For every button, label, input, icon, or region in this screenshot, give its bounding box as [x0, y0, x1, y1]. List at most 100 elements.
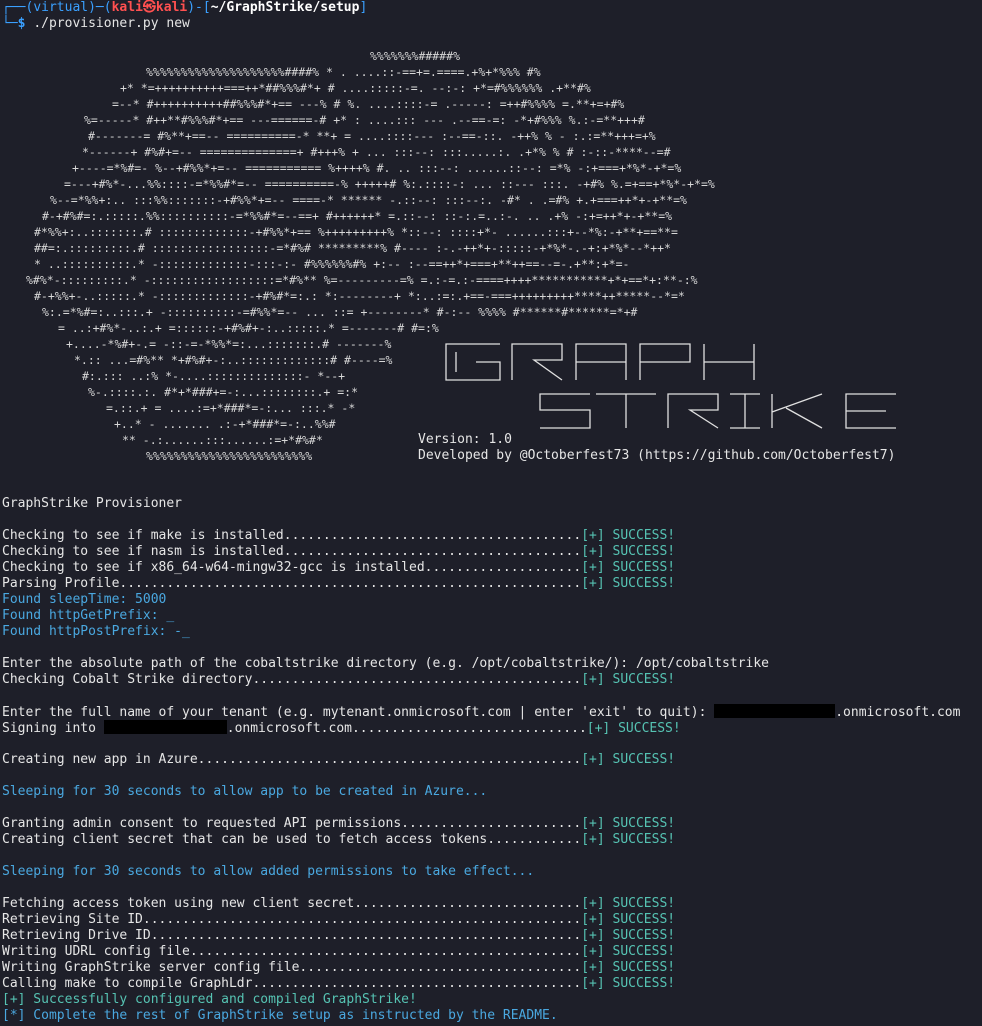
- prompt-frame-close: ]: [359, 0, 368, 15]
- prompt-host: kali: [155, 0, 188, 15]
- check-text: Checking to see if nasm is installed....…: [2, 544, 582, 559]
- svg-text:##=:.:::::::::.# :::::::::::::: ##=:.:::::::::.# :::::::::::::::::-=*#%#…: [34, 241, 671, 255]
- success-status: [+] SUCCESS!: [581, 896, 676, 911]
- success-status: [+] SUCCESS!: [581, 528, 676, 543]
- svg-text:%:.=*%#=:..:::.+ -::::::::::-=: %:.=*%#=:..:::.+ -::::::::::-=#%%*=-- ..…: [42, 305, 638, 319]
- success-status: [+] SUCCESS!: [581, 816, 676, 831]
- found-httppostprefix: Found httpPostPrefix: -_: [2, 624, 190, 639]
- graph-logo: [445, 343, 755, 381]
- check-line: Retrieving Drive ID.....................…: [2, 928, 675, 944]
- check-text: Parsing Profile.........................…: [2, 576, 582, 591]
- svg-text:=--* #++++++++++##%%%#*+== ---: =--* #++++++++++##%%%#*+== ---% # %. ...…: [112, 97, 624, 111]
- svg-text:*.:: ...=#%** *+#%#+-:..::::::: *.:: ...=#%** *+#%#+-:..:::::::::::::# #…: [74, 353, 393, 367]
- svg-text:*------+ #%#+=-- ========: *------+ #%#+=-- ==============+ #+++% +…: [82, 145, 671, 159]
- svg-text:%=-----* #++**#%%%#*+== ---===: %=-----* #++**#%%%#*+== ---======-# +* :…: [84, 113, 645, 127]
- check-text: Retrieving Site ID......................…: [2, 912, 582, 927]
- signing-line: Signing into .onmicrosoft.com...........…: [2, 720, 681, 736]
- globe-ascii-art: %%%%%%%#####% %%%%%%%%%%%%%%%%%%%%####% …: [26, 49, 715, 463]
- svg-text:#*%%+:..:::::::.# ::::::::::::: #*%%+:..:::::::.# :::::::::::::-+#%%*+==…: [34, 225, 678, 239]
- check-text: Writing UDRL config file................…: [2, 944, 582, 959]
- check-text: Retrieving Drive ID.....................…: [2, 928, 582, 943]
- check-text: Writing GraphStrike server config file..…: [2, 960, 582, 975]
- check-text: Checking to see if make is installed....…: [2, 528, 582, 543]
- tenant-suffix: .onmicrosoft.com: [835, 705, 961, 720]
- svg-text:=---+#%*-...%%::::-=*%%#*=-- =: =---+#%*-...%%::::-=*%%#*=-- ==========-…: [64, 177, 715, 191]
- tenant-prompt-line: Enter the full name of your tenant (e.g.…: [2, 704, 960, 720]
- prompt-at-symbol: ㉿: [142, 0, 156, 15]
- svg-text:%#%*-:::::::::.* -::::::::::::: %#%*-:::::::::.* -::::::::::::::::::=*#%…: [26, 273, 698, 287]
- svg-text:= ..:+#%*-..:.+ =::::::-+#%#+-: = ..:+#%*-..:.+ =::::::-+#%#+-:..:::::.*…: [58, 321, 439, 335]
- signing-prefix: Signing into: [2, 721, 104, 736]
- svg-text:#-+#%#=:.:::::.%%::::::::::-=*: #-+#%#=:.:::::.%%::::::::::-=*%%#*=--==+…: [42, 209, 672, 223]
- check-line: Retrieving Site ID......................…: [2, 912, 675, 928]
- prompt-line2-prefix: └─: [2, 16, 18, 31]
- success-status: [+] SUCCESS!: [581, 752, 676, 767]
- success-status: [+] SUCCESS!: [581, 960, 676, 975]
- check-line: Calling make to compile GraphLdr........…: [2, 976, 675, 992]
- check-text: Creating new app in Azure...............…: [2, 752, 582, 767]
- redacted-tenant: [714, 704, 836, 718]
- success-status: [+] SUCCESS!: [581, 912, 676, 927]
- readme-instruction: [*] Complete the rest of GraphStrike set…: [2, 1008, 558, 1023]
- found-sleeptime: Found sleepTime: 5000: [2, 592, 167, 607]
- check-text: Calling make to compile GraphLdr........…: [2, 976, 582, 991]
- svg-text:#:.::: ..:% *-....::::::::: #:.::: ..:% *-....::::::::::::::- *--+: [82, 369, 345, 383]
- prompt-frame-mid: )─(: [88, 0, 112, 15]
- check-line: Fetching access token using new client s…: [2, 896, 675, 912]
- success-status: [+] SUCCESS!: [581, 976, 676, 991]
- check-line: Checking to see if make is installed....…: [2, 528, 675, 544]
- svg-text:+* *=++++++++++===++*##%%%#*+: +* *=++++++++++===++*##%%%#*+ # ....::::…: [120, 81, 591, 95]
- check-text: Granting admin consent to requested API …: [2, 816, 582, 831]
- svg-text:#-------= #%**+==-- ======: #-------= #%**+==-- ==========-* **+ = .…: [88, 129, 656, 143]
- graphstrike-banner-art: %%%%%%%#####% %%%%%%%%%%%%%%%%%%%%####% …: [26, 49, 896, 463]
- check-line: Parsing Profile.........................…: [2, 576, 675, 592]
- check-line: Writing UDRL config file................…: [2, 944, 675, 960]
- success-status: [+] SUCCESS!: [586, 721, 681, 736]
- success-status: [+] SUCCESS!: [581, 560, 676, 575]
- tenant-prompt: Enter the full name of your tenant (e.g.…: [2, 705, 715, 720]
- svg-text:%%%%%%%%%%%%%%%%%%%%####%: %%%%%%%%%%%%%%%%%%%%####% * . ....::-==+…: [146, 65, 541, 79]
- strike-logo: [539, 393, 896, 429]
- svg-text:* ..::::::::::.* -::::::::::::: * ..::::::::::.* -:::::::::::::-:::-:- #…: [34, 257, 629, 271]
- sleep-message: Sleeping for 30 seconds to allow app to …: [2, 784, 488, 799]
- success-status: [+] SUCCESS!: [581, 928, 676, 943]
- check-text: Creating client secret that can be used …: [2, 832, 582, 847]
- check-line: Creating new app in Azure...............…: [2, 752, 675, 768]
- prompt-frame-path-open: )-[: [187, 0, 211, 15]
- check-text: Checking Cobalt Strike directory........…: [2, 672, 582, 687]
- success-status: [+] SUCCESS!: [581, 576, 676, 591]
- svg-text:%%%%%%%%%%%%%%%%%%%%%%%%: %%%%%%%%%%%%%%%%%%%%%%%%: [146, 449, 312, 463]
- check-line: Creating client secret that can be used …: [2, 832, 675, 848]
- cobaltstrike-path-prompt: Enter the absolute path of the cobaltstr…: [2, 656, 770, 671]
- terminal-window[interactable]: ┌──(virtual)─(kali㉿kali)-[~/GraphStrike/…: [0, 0, 982, 1026]
- check-line: Checking to see if nasm is installed....…: [2, 544, 675, 560]
- check-line: Granting admin consent to requested API …: [2, 816, 675, 832]
- redacted-tenant: [103, 720, 227, 734]
- success-status: [+] SUCCESS!: [581, 944, 676, 959]
- banner-version: Version: 1.0: [418, 432, 512, 447]
- check-text: Fetching access token using new client s…: [2, 896, 582, 911]
- svg-text:#-+%%+-..:::::.* -::::::::::::: #-+%%+-..:::::.* -:::::::::::::-+#%#*=:.…: [34, 289, 685, 303]
- svg-text:+....-*%#+-.= -::-=-*%%*=:...:: +....-*%#+-.= -::-=-*%%*=:...:::::::.# -…: [66, 337, 391, 351]
- found-httpgetprefix: Found httpGetPrefix: _: [2, 608, 175, 623]
- check-line: Writing GraphStrike server config file..…: [2, 960, 675, 976]
- check-line: Checking Cobalt Strike directory........…: [2, 672, 675, 688]
- svg-text:%-.::::.:. #*+*###+=-:...:::::: %-.::::.:. #*+*###+=-:...::::::::.+ =:*: [88, 385, 358, 399]
- completion-message: [+] Successfully configured and compiled…: [2, 992, 417, 1007]
- check-text: Checking to see if x86_64-w64-mingw32-gc…: [2, 560, 582, 575]
- svg-text:** -.:......:::......:=+*#%#*: ** -.:......:::......:=+*#%#*: [122, 433, 323, 447]
- prompt-frame-open: ┌──(: [2, 0, 34, 15]
- success-status: [+] SUCCESS!: [581, 672, 676, 687]
- provisioner-title: GraphStrike Provisioner: [2, 496, 183, 511]
- banner-developer: Developed by @Octoberfest73 (https://git…: [418, 448, 896, 463]
- signing-suffix: .onmicrosoft.com........................…: [226, 721, 587, 736]
- prompt-env: virtual: [33, 0, 89, 15]
- command-line: └─$ ./provisioner.py new: [2, 16, 190, 32]
- sleep-message: Sleeping for 30 seconds to allow added p…: [2, 864, 535, 879]
- prompt-line: ┌──(virtual)─(kali㉿kali)-[~/GraphStrike/…: [2, 0, 367, 16]
- prompt-user: kali: [111, 0, 143, 15]
- svg-text:+..* - ....... .:-+*###*=-:..: +..* - ....... .:-+*###*=-:..%%#: [114, 417, 336, 431]
- prompt-dollar: $: [17, 16, 26, 31]
- prompt-path: ~/GraphStrike/setup: [210, 0, 360, 15]
- svg-text:%%%%%%%#####%: %%%%%%%#####%: [370, 49, 460, 63]
